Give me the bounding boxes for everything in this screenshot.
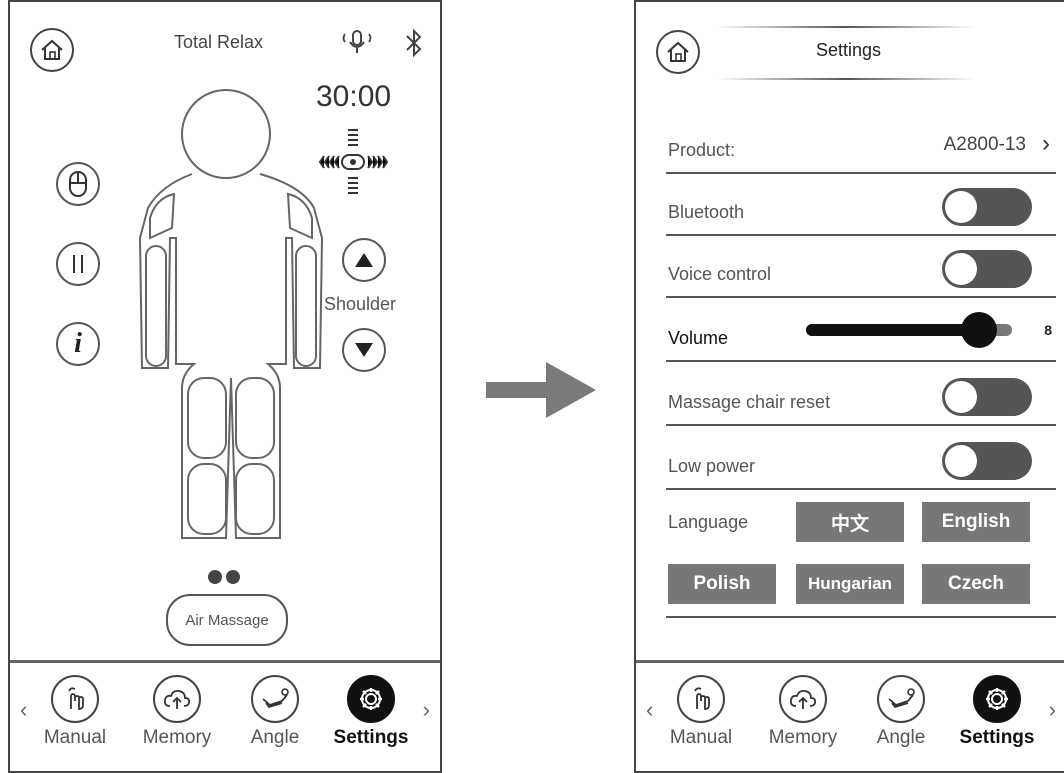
shoulder-down-button[interactable] xyxy=(342,328,386,372)
program-title: Total Relax xyxy=(174,32,264,52)
tab-label: Angle xyxy=(876,727,926,748)
language-english-button[interactable]: English xyxy=(922,502,1030,542)
low-power-toggle[interactable] xyxy=(942,442,1032,480)
chevron-right-icon[interactable]: › xyxy=(423,697,430,723)
position-adjust-icon[interactable] xyxy=(318,124,398,200)
language-label: Language xyxy=(668,512,749,532)
up-arrow-icon xyxy=(355,253,373,267)
toggle-knob xyxy=(945,381,977,413)
voice-icon xyxy=(342,30,372,53)
language-hungarian-button[interactable]: Hungarian xyxy=(796,564,904,604)
air-massage-button[interactable]: Air Massage xyxy=(166,594,288,646)
tab-angle[interactable]: Angle xyxy=(856,675,946,749)
info-icon: i xyxy=(74,328,82,359)
tab-label: Memory xyxy=(768,727,838,748)
low-power-row: Low power xyxy=(666,428,1056,490)
header-rule xyxy=(716,78,976,80)
toggle-knob xyxy=(945,253,977,285)
bluetooth-icon[interactable] xyxy=(402,28,426,58)
home-icon xyxy=(667,41,689,62)
tab-manual[interactable]: Manual xyxy=(30,675,120,749)
volume-row: Volume 8 xyxy=(666,300,1056,362)
language-chinese-button[interactable]: 中文 xyxy=(796,502,904,542)
massage-screen: Total Relax 30:00 i Shoulder Air Massage… xyxy=(8,0,442,773)
header-rule xyxy=(716,26,976,28)
tab-manual[interactable]: Manual xyxy=(656,675,746,749)
reset-row: Massage chair reset xyxy=(666,364,1056,426)
volume-value: 8 xyxy=(1044,322,1052,338)
mouse-button[interactable] xyxy=(56,162,100,206)
transition-arrow-icon xyxy=(486,362,596,418)
chevron-left-icon[interactable]: ‹ xyxy=(646,697,653,723)
bluetooth-toggle[interactable] xyxy=(942,188,1032,226)
cloud-upload-icon xyxy=(779,675,827,723)
info-button[interactable]: i xyxy=(56,322,100,366)
volume-fill xyxy=(806,324,979,336)
bluetooth-label: Bluetooth xyxy=(668,202,745,222)
tab-bar: ‹ Manual Memory Angle Settings › xyxy=(10,660,440,771)
volume-slider[interactable] xyxy=(806,312,1012,348)
settings-screen: Settings Product: A2800-13 › Bluetooth V… xyxy=(634,0,1064,773)
tab-label: Memory xyxy=(142,727,212,748)
home-icon xyxy=(41,39,63,60)
hand-icon xyxy=(677,675,725,723)
tab-label: Settings xyxy=(959,727,1035,748)
voice-control-row: Voice control xyxy=(666,236,1056,298)
chevron-right-icon[interactable]: › xyxy=(1049,697,1056,723)
tab-label: Manual xyxy=(43,727,107,748)
body-diagram xyxy=(138,89,324,539)
pause-button[interactable] xyxy=(56,242,100,286)
shoulder-up-button[interactable] xyxy=(342,238,386,282)
recline-icon xyxy=(251,675,299,723)
volume-knob[interactable] xyxy=(961,312,997,348)
pause-icon xyxy=(73,255,83,273)
toggle-knob xyxy=(945,191,977,223)
product-row[interactable]: Product: A2800-13 › xyxy=(666,112,1056,174)
tab-settings[interactable]: Settings xyxy=(326,675,416,749)
language-czech-button[interactable]: Czech xyxy=(922,564,1030,604)
bluetooth-row: Bluetooth xyxy=(666,174,1056,236)
volume-label: Volume xyxy=(668,328,729,348)
tab-bar: ‹ Manual Memory Angle Settings › xyxy=(636,660,1064,771)
home-button[interactable] xyxy=(656,30,700,74)
reset-label: Massage chair reset xyxy=(668,392,831,412)
down-arrow-icon xyxy=(355,343,373,357)
tab-angle[interactable]: Angle xyxy=(230,675,320,749)
tab-memory[interactable]: Memory xyxy=(132,675,222,749)
air-indicator-dot xyxy=(226,570,240,584)
chevron-right-icon: › xyxy=(1042,130,1050,157)
tab-label: Manual xyxy=(669,727,733,748)
gear-icon xyxy=(347,675,395,723)
recline-icon xyxy=(877,675,925,723)
tab-settings[interactable]: Settings xyxy=(952,675,1042,749)
low-power-label: Low power xyxy=(668,456,756,476)
reset-toggle[interactable] xyxy=(942,378,1032,416)
product-label: Product: xyxy=(668,140,736,160)
mouse-icon xyxy=(69,171,87,197)
product-value: A2800-13 xyxy=(943,134,1026,155)
home-button[interactable] xyxy=(30,28,74,72)
tab-label: Settings xyxy=(333,727,409,748)
hand-icon xyxy=(51,675,99,723)
tab-memory[interactable]: Memory xyxy=(758,675,848,749)
voice-control-label: Voice control xyxy=(668,264,772,284)
toggle-knob xyxy=(945,445,977,477)
voice-control-toggle[interactable] xyxy=(942,250,1032,288)
tab-label: Angle xyxy=(250,727,300,748)
language-section: Language 中文 English Polish Hungarian Cze… xyxy=(666,490,1056,618)
cloud-upload-icon xyxy=(153,675,201,723)
timer: 30:00 xyxy=(316,80,392,113)
shoulder-label: Shoulder xyxy=(324,294,397,314)
gear-icon xyxy=(973,675,1021,723)
air-indicator-dot xyxy=(208,570,222,584)
page-title: Settings xyxy=(816,40,882,60)
language-polish-button[interactable]: Polish xyxy=(668,564,776,604)
chevron-left-icon[interactable]: ‹ xyxy=(20,697,27,723)
